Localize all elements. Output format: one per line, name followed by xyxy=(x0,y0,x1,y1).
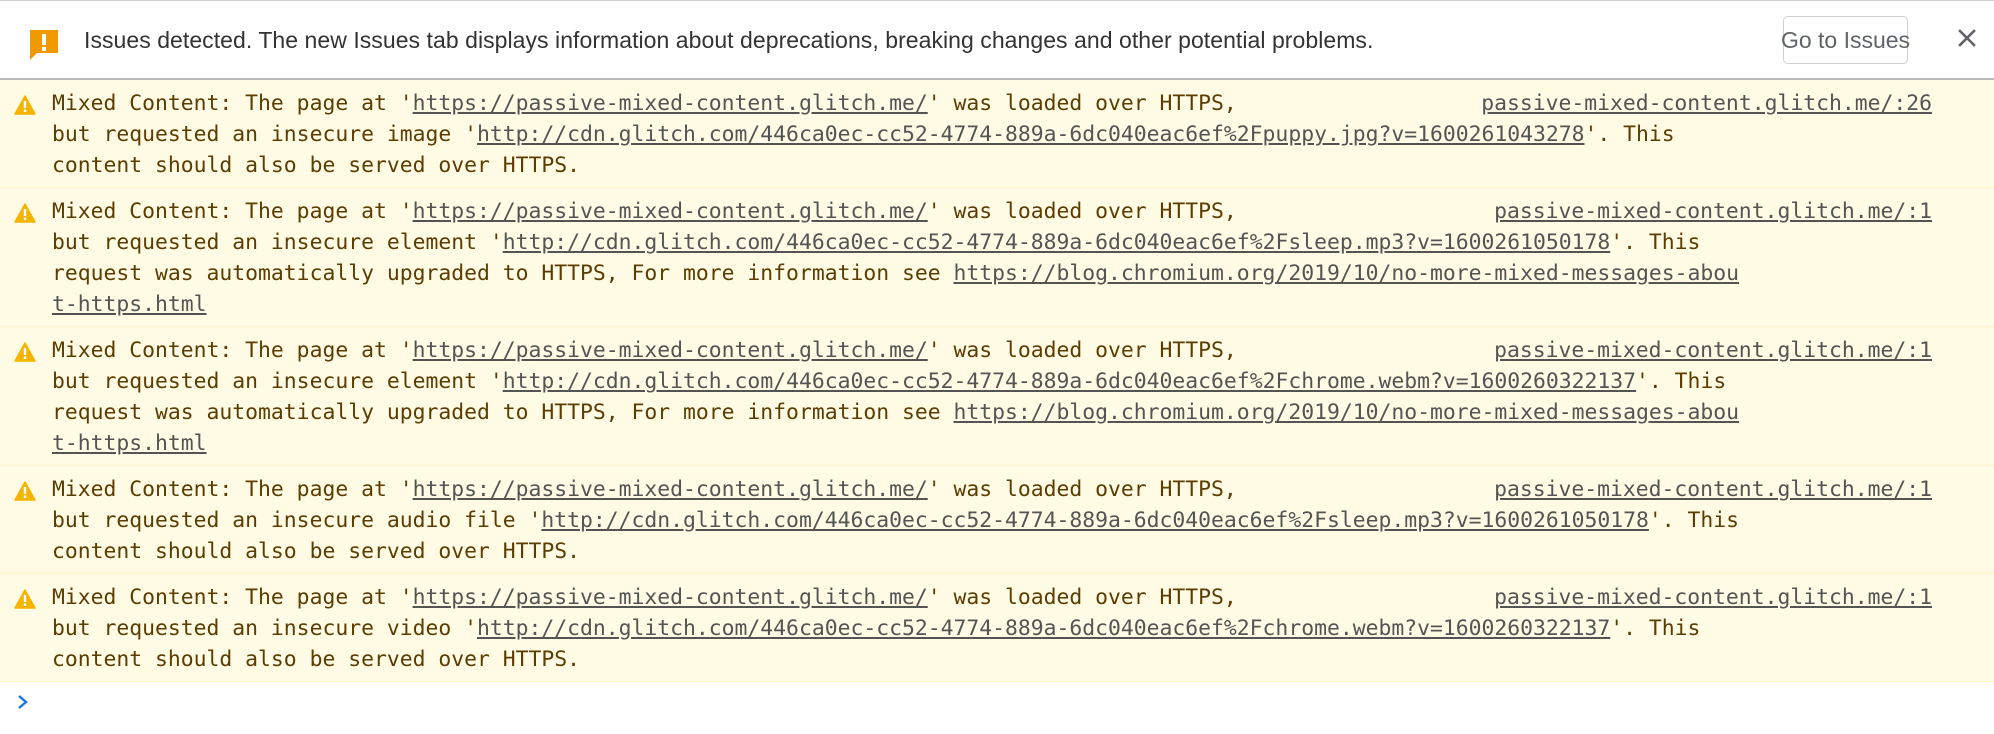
message-url-link[interactable]: https://passive-mixed-content.glitch.me/ xyxy=(413,338,928,363)
message-line: t-https.html xyxy=(52,289,1944,320)
message-url-link[interactable]: https://passive-mixed-content.glitch.me/ xyxy=(413,477,928,502)
message-url-link[interactable]: t-https.html xyxy=(52,292,207,317)
console-messages: passive-mixed-content.glitch.me/:26 Mixed… xyxy=(0,80,1994,682)
message-url-link[interactable]: http://cdn.glitch.com/446ca0ec-cc52-4774… xyxy=(503,369,1636,394)
console-prompt[interactable] xyxy=(0,682,1994,722)
message-source-link[interactable]: passive-mixed-content.glitch.me/:1 xyxy=(1490,474,1932,505)
message-url-link[interactable]: https://passive-mixed-content.glitch.me/ xyxy=(413,199,928,224)
message-source-link[interactable]: passive-mixed-content.glitch.me/:1 xyxy=(1490,196,1932,227)
message-text: '. This xyxy=(1636,369,1727,394)
message-line: but requested an insecure video 'http://… xyxy=(52,613,1944,644)
message-source-link[interactable]: passive-mixed-content.glitch.me/:1 xyxy=(1490,335,1932,366)
message-line: content should also be served over HTTPS… xyxy=(52,644,1944,675)
console-warning-message: passive-mixed-content.glitch.me/:1 Mixed … xyxy=(0,466,1994,574)
message-text: request was automatically upgraded to HT… xyxy=(52,400,954,425)
close-icon[interactable] xyxy=(1952,23,1982,53)
issues-message: Issues detected. The new Issues tab disp… xyxy=(84,27,1374,53)
message-url-link[interactable]: http://cdn.glitch.com/446ca0ec-cc52-4774… xyxy=(541,508,1649,533)
message-line: content should also be served over HTTPS… xyxy=(52,536,1944,567)
message-source-link[interactable]: passive-mixed-content.glitch.me/:1 xyxy=(1490,582,1932,613)
message-text: content should also be served over HTTPS… xyxy=(52,539,581,564)
message-line: t-https.html xyxy=(52,428,1944,459)
message-url-link[interactable]: http://cdn.glitch.com/446ca0ec-cc52-4774… xyxy=(477,616,1610,641)
message-url-link[interactable]: https://passive-mixed-content.glitch.me/ xyxy=(413,585,928,610)
message-text: Mixed Content: The page at ' xyxy=(52,338,413,363)
message-line: but requested an insecure image 'http://… xyxy=(52,119,1944,150)
message-text: ' was loaded over HTTPS, xyxy=(927,338,1237,363)
message-text: Mixed Content: The page at ' xyxy=(52,91,413,116)
message-text: content should also be served over HTTPS… xyxy=(52,647,581,672)
message-text: but requested an insecure element ' xyxy=(52,230,503,255)
message-url-link[interactable]: https://blog.chromium.org/2019/10/no-mor… xyxy=(953,261,1739,286)
message-url-link[interactable]: http://cdn.glitch.com/446ca0ec-cc52-4774… xyxy=(503,230,1611,255)
console-warning-message: passive-mixed-content.glitch.me/:1 Mixed … xyxy=(0,188,1994,327)
message-line: but requested an insecure audio file 'ht… xyxy=(52,505,1944,536)
message-text: but requested an insecure element ' xyxy=(52,369,503,394)
message-line: but requested an insecure element 'http:… xyxy=(52,227,1944,258)
message-text: '. This xyxy=(1648,508,1740,533)
message-url-link[interactable]: https://blog.chromium.org/2019/10/no-mor… xyxy=(953,400,1739,425)
go-to-issues-button[interactable]: Go to Issues xyxy=(1781,16,1910,64)
message-text: content should also be served over HTTPS… xyxy=(52,153,581,178)
message-text: '. This xyxy=(1610,230,1701,255)
message-line: request was automatically upgraded to HT… xyxy=(52,258,1944,289)
message-text: request was automatically upgraded to HT… xyxy=(52,261,954,286)
message-url-link[interactable]: https://passive-mixed-content.glitch.me/ xyxy=(413,91,928,116)
message-text: ' was loaded over HTTPS, xyxy=(927,91,1237,116)
message-text: Mixed Content: The page at ' xyxy=(52,477,413,502)
message-text: ' was loaded over HTTPS, xyxy=(927,199,1237,224)
issue-flag-icon xyxy=(27,28,61,62)
message-text: '. This xyxy=(1610,616,1701,641)
warning-icon xyxy=(14,93,36,115)
message-text: but requested an insecure video ' xyxy=(52,616,477,641)
issues-infobar: Issues detected. The new Issues tab disp… xyxy=(0,0,1994,80)
warning-icon xyxy=(14,587,36,609)
console-warning-message: passive-mixed-content.glitch.me/:26 Mixed… xyxy=(0,80,1994,188)
message-url-link[interactable]: t-https.html xyxy=(52,431,207,456)
warning-icon xyxy=(14,201,36,223)
message-text: Mixed Content: The page at ' xyxy=(52,585,413,610)
prompt-chevron-icon xyxy=(16,692,30,712)
message-line: content should also be served over HTTPS… xyxy=(52,150,1944,181)
warning-icon xyxy=(14,340,36,362)
message-text: '. This xyxy=(1584,122,1675,147)
message-text: ' was loaded over HTTPS, xyxy=(927,477,1237,502)
console-warning-message: passive-mixed-content.glitch.me/:1 Mixed … xyxy=(0,574,1994,682)
message-text: Mixed Content: The page at ' xyxy=(52,199,413,224)
message-line: but requested an insecure element 'http:… xyxy=(52,366,1944,397)
message-text: but requested an insecure audio file ' xyxy=(52,508,542,533)
message-source-link[interactable]: passive-mixed-content.glitch.me/:26 xyxy=(1477,88,1932,119)
message-text: ' was loaded over HTTPS, xyxy=(927,585,1237,610)
message-url-link[interactable]: http://cdn.glitch.com/446ca0ec-cc52-4774… xyxy=(477,122,1585,147)
warning-icon xyxy=(14,479,36,501)
message-text: but requested an insecure image ' xyxy=(52,122,477,147)
console-warning-message: passive-mixed-content.glitch.me/:1 Mixed … xyxy=(0,327,1994,466)
message-line: request was automatically upgraded to HT… xyxy=(52,397,1944,428)
